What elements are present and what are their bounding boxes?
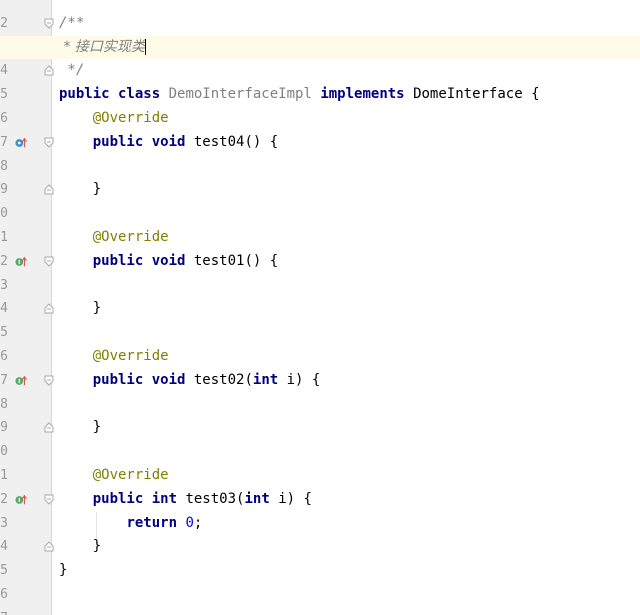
fold-collapse-icon[interactable] [44,256,54,267]
implements-method-icon[interactable] [15,494,27,506]
class-closing-brace: } [59,562,68,579]
implements-method-icon[interactable] [15,137,27,149]
method-name[interactable]: test03( [185,491,244,507]
keyword: return [126,514,178,531]
interface-name[interactable]: DomeInterface { [413,86,539,102]
text-caret [144,38,146,55]
code-line[interactable]: 7 @Override [0,107,640,150]
implements-method-icon[interactable] [15,256,27,268]
method-signature[interactable]: test04() { [194,134,278,150]
annotation: @Override [92,228,169,245]
doc-comment-open: /** [59,14,85,31]
annotation: @Override [92,109,169,126]
code-line[interactable]: 2 [0,0,640,31]
fold-end-icon[interactable] [44,422,54,433]
keyword: int [252,371,279,388]
code-line[interactable]: 8 public void test02(int i) { [0,369,640,412]
closing-brace: } [92,419,102,436]
fold-end-icon[interactable] [44,541,54,552]
line-number: 7 [0,607,8,615]
code-line[interactable]: 3 /** [0,12,640,55]
code-line[interactable]: 2 @Override [0,226,640,269]
code-line[interactable]: 3 public void test01() { [0,250,640,293]
keyword: public class [59,86,161,103]
keyword: implements [320,86,405,103]
method-params: i) { [286,371,321,388]
method-name[interactable]: test02( [194,372,253,388]
code-line[interactable]: 0 } [0,178,640,221]
code-line[interactable]: 3 public int test03(int i) { [0,488,640,531]
class-name[interactable]: DemoInterfaceImpl [169,86,312,102]
code-line[interactable]: 5 } [0,535,640,578]
keyword: public void [92,133,186,150]
code-line-current[interactable]: 4 * 接口实现类 [0,35,640,78]
code-editor[interactable]: 2 3 /** 4 * 接口实现类 5 */ 6 public class De… [0,0,640,615]
fold-collapse-icon[interactable] [44,137,54,148]
fold-collapse-icon[interactable] [44,18,54,29]
closing-brace: } [92,300,102,317]
fold-end-icon[interactable] [44,65,54,76]
code-line[interactable]: 6 public class DemoInterfaceImpl impleme… [0,83,640,126]
code-line[interactable]: 6 [0,321,640,364]
doc-comment-close: */ [59,62,85,79]
code-line[interactable]: 8 public void test04() { [0,131,640,174]
code-lines: 2 3 /** 4 * 接口实现类 5 */ 6 public class De… [0,0,640,615]
implements-method-icon[interactable] [15,375,27,387]
keyword: public int [92,490,178,507]
doc-comment-text: * 接口实现类 [59,38,145,55]
closing-brace: } [92,538,102,555]
code-line[interactable]: 9 [0,155,640,197]
code-line[interactable]: 5 */ [0,59,640,102]
code-line[interactable]: 0 } [0,416,640,459]
code-line[interactable]: 4 [0,274,640,316]
keyword: public void [92,252,186,269]
code-line[interactable]: 2 @Override [0,464,640,507]
semicolon: ; [193,514,203,531]
fold-end-icon[interactable] [44,184,54,195]
method-signature[interactable]: test01() { [194,253,278,269]
code-line[interactable]: 7 @Override [0,345,640,388]
code-line[interactable]: 1 [0,202,640,245]
method-params: i) { [278,490,312,507]
fold-end-icon[interactable] [44,303,54,314]
annotation: @Override [92,347,169,364]
fold-collapse-icon[interactable] [44,375,54,386]
keyword: public void [92,371,186,388]
code-line[interactable]: 1 [0,440,640,483]
number-literal: 0 [185,514,194,531]
code-line[interactable]: 5 } [0,297,640,340]
code-line[interactable]: 6 } [0,559,640,602]
code-line[interactable]: 9 [0,393,640,435]
fold-collapse-icon[interactable] [44,494,54,505]
closing-brace: } [92,181,102,198]
keyword: int [244,490,270,507]
code-line[interactable]: 7 [0,583,640,615]
code-line[interactable]: 4 return 0; [0,512,640,555]
annotation: @Override [92,466,169,483]
